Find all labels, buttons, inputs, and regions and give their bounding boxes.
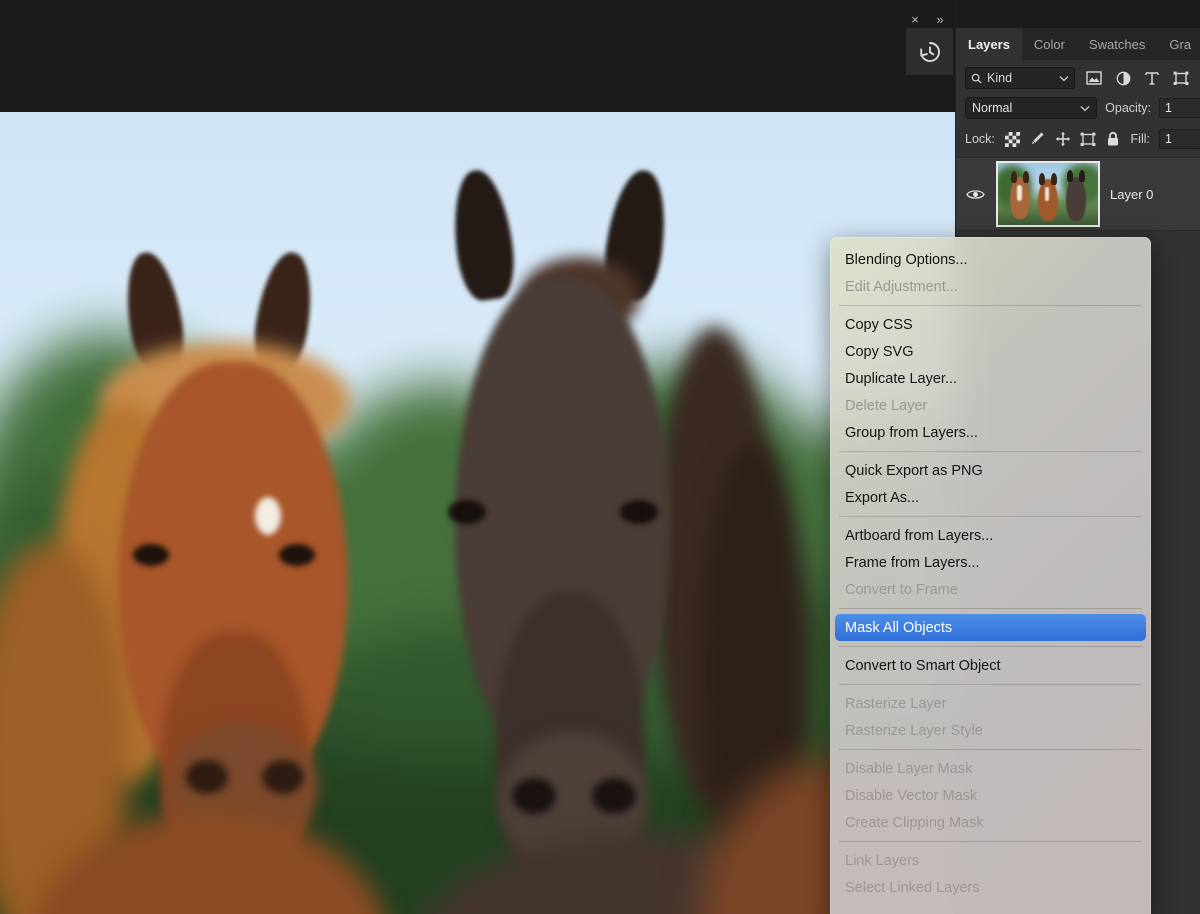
filter-adjustment-icon[interactable] — [1113, 68, 1133, 88]
menu-separator — [839, 451, 1142, 452]
history-panel-button[interactable] — [906, 28, 953, 75]
lock-position-icon[interactable] — [1055, 129, 1071, 149]
chevron-down-icon — [1059, 75, 1069, 82]
menu-item-artboard-from-layers[interactable]: Artboard from Layers... — [835, 522, 1146, 549]
menu-item-link-layers: Link Layers — [835, 847, 1146, 874]
close-panel-button[interactable]: × — [906, 10, 924, 28]
horses-photograph — [0, 112, 955, 914]
filter-type-icon[interactable] — [1142, 68, 1162, 88]
menu-item-convert-to-smart-object[interactable]: Convert to Smart Object — [835, 652, 1146, 679]
menu-item-group-from-layers[interactable]: Group from Layers... — [835, 419, 1146, 446]
menu-separator — [839, 684, 1142, 685]
lock-all-icon[interactable] — [1105, 129, 1121, 149]
search-icon — [971, 73, 982, 84]
tab-color[interactable]: Color — [1022, 28, 1077, 60]
tab-gradients[interactable]: Gra — [1157, 28, 1200, 60]
document-canvas[interactable] — [0, 112, 955, 914]
blend-opacity-row: Normal Opacity: 1 — [956, 95, 1200, 123]
lock-row: Lock: Fill: 1 — [956, 123, 1200, 157]
layer-row-layer-0[interactable]: Layer 0 — [956, 157, 1200, 231]
menu-item-frame-from-layers[interactable]: Frame from Layers... — [835, 549, 1146, 576]
chevron-down-icon — [1080, 105, 1090, 112]
fill-input[interactable]: 1 — [1159, 129, 1200, 149]
filter-pixel-icon[interactable] — [1084, 68, 1104, 88]
tab-gradients-label: Gra — [1169, 37, 1191, 52]
lock-label: Lock: — [965, 132, 995, 146]
lock-artboard-nesting-icon[interactable] — [1080, 129, 1096, 149]
menu-item-quick-export-as-png[interactable]: Quick Export as PNG — [835, 457, 1146, 484]
history-clock-icon — [917, 39, 943, 65]
layer-name-label: Layer 0 — [1110, 187, 1153, 202]
chevron-double-right-icon: » — [936, 13, 943, 26]
tab-swatches-label: Swatches — [1089, 37, 1145, 52]
expand-panels-button[interactable]: » — [931, 10, 949, 28]
menu-item-convert-to-frame: Convert to Frame — [835, 576, 1146, 603]
filter-shape-icon[interactable] — [1171, 68, 1191, 88]
opacity-input[interactable]: 1 — [1159, 98, 1200, 118]
menu-separator — [839, 516, 1142, 517]
opacity-label: Opacity: — [1105, 101, 1151, 115]
panel-top-strip — [956, 0, 1200, 28]
tab-layers-label: Layers — [968, 37, 1010, 52]
layer-thumbnail[interactable] — [998, 163, 1098, 225]
menu-separator — [839, 841, 1142, 842]
menu-item-delete-layer: Delete Layer — [835, 392, 1146, 419]
menu-separator — [839, 646, 1142, 647]
lock-transparent-pixels-icon[interactable] — [1004, 129, 1020, 149]
menu-item-copy-css[interactable]: Copy CSS — [835, 311, 1146, 338]
close-icon: × — [911, 13, 919, 26]
fill-label: Fill: — [1131, 132, 1150, 146]
eye-visibility-icon[interactable] — [964, 188, 986, 201]
menu-item-blending-options[interactable]: Blending Options... — [835, 246, 1146, 273]
menu-item-edit-adjustment: Edit Adjustment... — [835, 273, 1146, 300]
blend-mode-select[interactable]: Normal — [965, 97, 1097, 119]
layer-context-menu[interactable]: Blending Options...Edit Adjustment... Cop… — [830, 237, 1151, 914]
menu-item-create-clipping-mask: Create Clipping Mask — [835, 809, 1146, 836]
tab-layers[interactable]: Layers — [956, 28, 1022, 60]
menu-item-disable-layer-mask: Disable Layer Mask — [835, 755, 1146, 782]
panel-tab-bar: Layers Color Swatches Gra — [956, 28, 1200, 60]
tab-swatches[interactable]: Swatches — [1077, 28, 1157, 60]
menu-item-select-linked-layers: Select Linked Layers — [835, 874, 1146, 901]
menu-item-rasterize-layer-style: Rasterize Layer Style — [835, 717, 1146, 744]
menu-item-disable-vector-mask: Disable Vector Mask — [835, 782, 1146, 809]
menu-item-duplicate-layer[interactable]: Duplicate Layer... — [835, 365, 1146, 392]
filter-kind-value: Kind — [987, 71, 1012, 85]
menu-separator — [839, 608, 1142, 609]
menu-item-rasterize-layer: Rasterize Layer — [835, 690, 1146, 717]
tab-color-label: Color — [1034, 37, 1065, 52]
menu-separator — [839, 749, 1142, 750]
menu-separator — [839, 305, 1142, 306]
filter-kind-select[interactable]: Kind — [965, 67, 1075, 89]
menu-item-mask-all-objects[interactable]: Mask All Objects — [835, 614, 1146, 641]
photoshop-window: Layers Color Swatches Gra Kind — [0, 0, 1200, 914]
layer-filter-row: Kind — [956, 60, 1200, 95]
lock-image-pixels-icon[interactable] — [1029, 129, 1045, 149]
menu-item-export-as[interactable]: Export As... — [835, 484, 1146, 511]
blend-mode-value: Normal — [972, 101, 1012, 115]
menu-item-copy-svg[interactable]: Copy SVG — [835, 338, 1146, 365]
